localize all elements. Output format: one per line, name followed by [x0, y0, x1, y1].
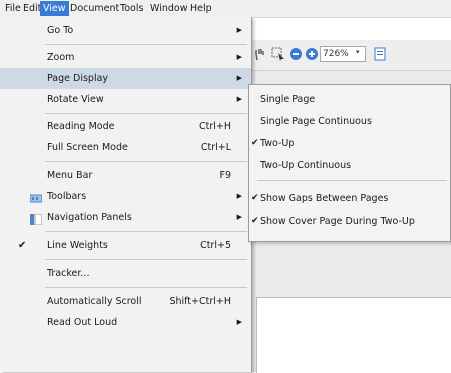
menu-item-reading-mode[interactable]: Reading Mode Ctrl+H: [0, 116, 251, 137]
submenu-item-two-up-continuous[interactable]: Two-Up Continuous: [249, 155, 450, 176]
menu-item-zoom[interactable]: Zoom ▶: [0, 47, 251, 68]
zoom-out-icon[interactable]: [288, 46, 304, 62]
checkmark-icon: ✔: [18, 240, 27, 251]
menu-item-shortcut: Shift+Ctrl+H: [169, 296, 231, 307]
submenu-item-single-page-continuous[interactable]: Single Page Continuous: [249, 111, 450, 132]
submenu-arrow-icon: ▶: [236, 213, 242, 221]
menu-item-tracker[interactable]: Tracker...: [0, 263, 251, 284]
submenu-arrow-icon: ▶: [236, 53, 242, 61]
submenu-item-label: Single Page Continuous: [260, 116, 372, 127]
menu-item-shortcut: Ctrl+H: [198, 121, 231, 132]
menu-help[interactable]: Help: [187, 1, 215, 16]
menu-bar: File Edit View Document Tools Window Hel…: [0, 0, 451, 18]
menu-separator: [257, 180, 447, 181]
menu-item-label: Full Screen Mode: [47, 142, 128, 153]
submenu-item-label: Two-Up Continuous: [260, 160, 352, 171]
menu-window[interactable]: Window: [147, 1, 190, 16]
submenu-item-label: Single Page: [260, 94, 316, 105]
submenu-arrow-icon: ▶: [236, 95, 242, 103]
menu-item-toolbars[interactable]: Toolbars ▶: [0, 186, 251, 207]
menu-item-label: Line Weights: [47, 240, 108, 251]
menu-item-label: Go To: [47, 25, 74, 36]
menu-item-read-out-loud[interactable]: Read Out Loud ▶: [0, 312, 251, 333]
submenu-item-show-gaps[interactable]: ✔ Show Gaps Between Pages: [249, 188, 450, 209]
toolbar: 726% ▾: [248, 40, 451, 71]
submenu-item-label: Show Gaps Between Pages: [260, 193, 389, 204]
menu-item-label: Toolbars: [47, 191, 87, 202]
menu-item-label: Tracker...: [47, 268, 90, 279]
menu-tools[interactable]: Tools: [117, 1, 146, 16]
menu-separator: [45, 259, 247, 260]
menu-separator: [45, 231, 247, 232]
navigation-panels-icon: [30, 212, 43, 226]
submenu-item-label: Two-Up: [260, 138, 295, 149]
menu-item-shortcut: Ctrl+L: [200, 142, 231, 153]
menu-item-label: Read Out Loud: [47, 317, 118, 328]
submenu-item-show-cover-page[interactable]: ✔ Show Cover Page During Two-Up: [249, 211, 450, 232]
menu-item-shortcut: Ctrl+5: [200, 240, 231, 251]
hand-tool-icon[interactable]: [252, 46, 268, 62]
menu-item-label: Page Display: [47, 73, 109, 84]
menu-document[interactable]: Document: [67, 1, 122, 16]
menu-item-label: Automatically Scroll: [47, 296, 142, 307]
submenu-arrow-icon: ▶: [236, 26, 242, 34]
menu-item-page-display[interactable]: Page Display ▶: [0, 68, 251, 89]
menu-item-full-screen-mode[interactable]: Full Screen Mode Ctrl+L: [0, 137, 251, 158]
select-tool-icon[interactable]: [270, 46, 286, 62]
zoom-dropdown-arrow-icon[interactable]: ▾: [356, 48, 360, 56]
submenu-item-two-up[interactable]: ✔ Two-Up: [249, 133, 450, 154]
menu-item-label: Zoom: [47, 52, 75, 63]
page-display-submenu: Single Page Single Page Continuous ✔ Two…: [248, 84, 451, 242]
menu-item-label: Navigation Panels: [47, 212, 132, 223]
menu-view[interactable]: View: [40, 1, 69, 16]
menu-item-go-to[interactable]: Go To ▶: [0, 20, 251, 41]
menu-separator: [45, 287, 247, 288]
menu-item-navigation-panels[interactable]: Navigation Panels ▶: [0, 207, 251, 228]
submenu-arrow-icon: ▶: [236, 192, 242, 200]
view-menu: Go To ▶ Zoom ▶ Page Display ▶ Rotate Vie…: [0, 17, 252, 372]
submenu-item-label: Show Cover Page During Two-Up: [260, 216, 415, 227]
single-page-view-icon[interactable]: [372, 46, 388, 62]
toolbars-icon: [29, 191, 43, 203]
menu-separator: [45, 161, 247, 162]
document-page: [256, 297, 451, 373]
checkmark-icon: ✔: [251, 138, 259, 148]
menu-item-automatically-scroll[interactable]: Automatically Scroll Shift+Ctrl+H: [0, 291, 251, 312]
menu-item-rotate-view[interactable]: Rotate View ▶: [0, 89, 251, 110]
menu-item-label: Menu Bar: [47, 170, 93, 181]
submenu-arrow-icon: ▶: [236, 318, 242, 326]
checkmark-icon: ✔: [251, 216, 259, 226]
submenu-arrow-icon: ▶: [236, 74, 242, 82]
checkmark-icon: ✔: [251, 193, 259, 203]
menu-item-shortcut: F9: [219, 170, 231, 181]
menu-item-label: Rotate View: [47, 94, 104, 105]
submenu-item-single-page[interactable]: Single Page: [249, 89, 450, 110]
menu-item-label: Reading Mode: [47, 121, 115, 132]
menu-item-menu-bar[interactable]: Menu Bar F9: [0, 165, 251, 186]
menu-separator: [45, 44, 247, 45]
zoom-in-icon[interactable]: [304, 46, 320, 62]
menu-separator: [45, 113, 247, 114]
menu-item-line-weights[interactable]: ✔ Line Weights Ctrl+5: [0, 235, 251, 256]
